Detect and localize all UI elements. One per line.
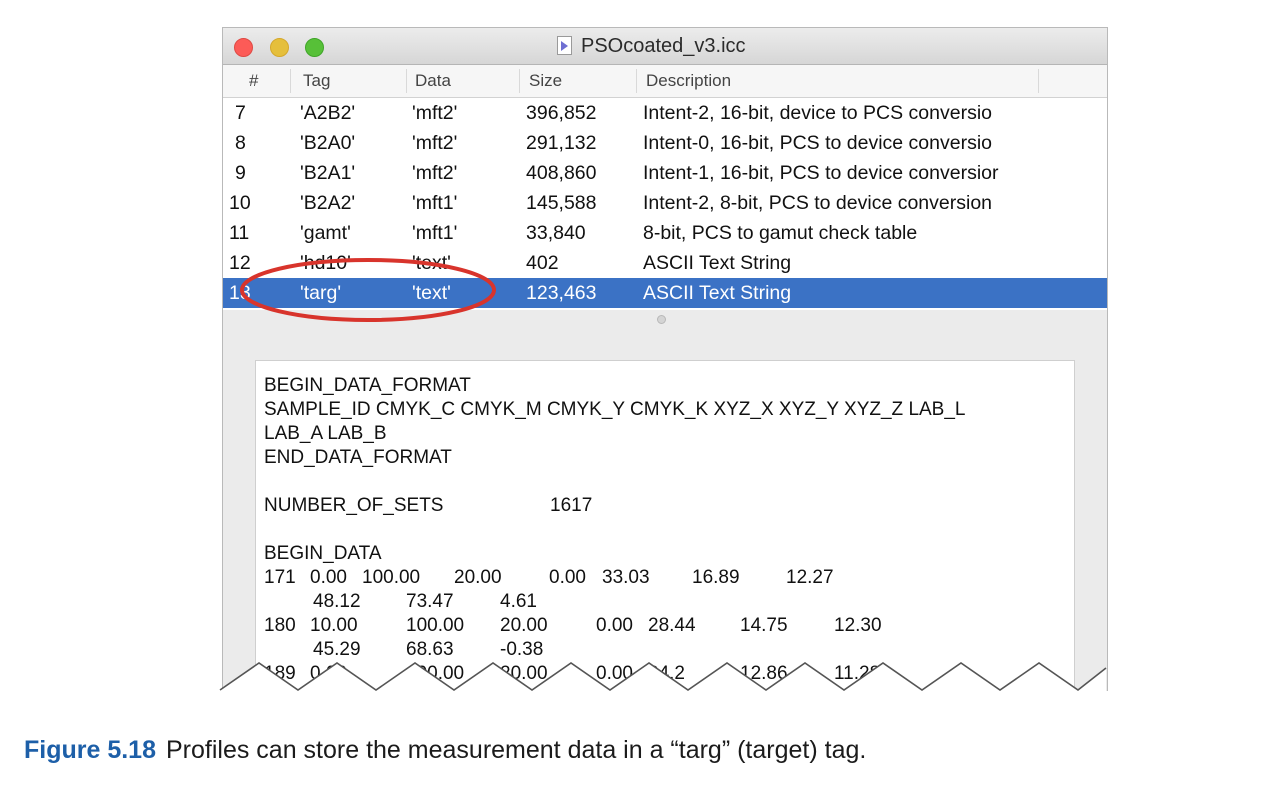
cell-data: 'mft2' (412, 162, 458, 184)
cell-number: 11 (229, 222, 250, 244)
window-title: PSOcoated_v3.icc (581, 35, 746, 57)
app-window: PSOcoated_v3.icc # Tag Data Size Descrip… (222, 27, 1108, 691)
zoom-button[interactable] (305, 38, 324, 57)
column-divider[interactable] (290, 69, 291, 93)
cell-tag: 'hd10' (300, 252, 351, 274)
cell-size: 123,463 (526, 282, 597, 304)
text-value: 171 (264, 567, 296, 588)
torn-edge-fill (220, 663, 1106, 700)
table-row[interactable]: 7 'A2B2' 'mft2' 396,852 Intent-2, 16-bit… (223, 98, 1107, 128)
text-value: 10.00 (310, 615, 358, 636)
cell-description: Intent-2, 8-bit, PCS to device conversio… (643, 192, 993, 214)
document-icon (557, 36, 572, 55)
cell-tag: 'B2A2' (300, 192, 356, 214)
column-divider[interactable] (519, 69, 520, 93)
text-value: 12.27 (786, 567, 834, 588)
column-header-data[interactable]: Data (415, 71, 451, 91)
text-line: NUMBER_OF_SETS (264, 495, 444, 516)
text-value: 20.00 (454, 567, 502, 588)
torn-edge (219, 662, 1107, 700)
text-value: 100.00 (406, 615, 465, 636)
cell-data: 'mft2' (412, 102, 458, 124)
cell-size: 33,840 (526, 222, 586, 244)
figure-label: Figure 5.18 (24, 736, 156, 764)
column-divider[interactable] (406, 69, 407, 93)
cell-number: 8 (235, 132, 246, 154)
text-value: 28.44 (648, 615, 696, 636)
cell-number: 9 (235, 162, 246, 184)
column-divider[interactable] (1038, 69, 1039, 93)
text-line: BEGIN_DATA (264, 543, 382, 564)
cell-tag: 'B2A1' (300, 162, 356, 184)
table-row[interactable]: 8 'B2A0' 'mft2' 291,132 Intent-0, 16-bit… (223, 128, 1107, 158)
text-line: SAMPLE_ID CMYK_C CMYK_M CMYK_Y CMYK_K XY… (264, 399, 966, 420)
text-value: 33.03 (602, 567, 650, 588)
cell-number: 13 (229, 282, 251, 304)
table-row-selected[interactable]: 13 'targ' 'text' 123,463 ASCII Text Stri… (223, 278, 1107, 308)
table-row[interactable]: 10 'B2A2' 'mft1' 145,588 Intent-2, 8-bit… (223, 188, 1107, 218)
column-header-size[interactable]: Size (529, 71, 562, 91)
column-header-tag[interactable]: Tag (303, 71, 330, 91)
split-view-divider-handle[interactable] (657, 315, 666, 324)
title-bar: PSOcoated_v3.icc (223, 28, 1107, 65)
cell-number: 7 (235, 102, 246, 124)
text-value: 73.47 (406, 591, 454, 612)
cell-size: 408,860 (526, 162, 597, 184)
column-divider[interactable] (636, 69, 637, 93)
text-value: 20.00 (500, 615, 548, 636)
text-value: 14.75 (740, 615, 788, 636)
cell-tag: 'gamt' (300, 222, 351, 244)
cell-description: Intent-2, 16-bit, device to PCS conversi… (643, 102, 993, 124)
cell-size: 291,132 (526, 132, 597, 154)
cell-description: 8-bit, PCS to gamut check table (643, 222, 918, 244)
column-header-number[interactable]: # (249, 71, 258, 91)
text-value: 0.00 (549, 567, 586, 588)
text-value: 48.12 (313, 591, 361, 612)
text-line: END_DATA_FORMAT (264, 447, 452, 468)
text-line: LAB_A LAB_B (264, 423, 387, 444)
text-value: 0.00 (310, 567, 347, 588)
cell-data: 'text' (412, 252, 451, 274)
text-line: BEGIN_DATA_FORMAT (264, 375, 471, 396)
cell-description: ASCII Text String (643, 252, 792, 274)
cell-size: 145,588 (526, 192, 597, 214)
table-row[interactable]: 12 'hd10' 'text' 402 ASCII Text String (223, 248, 1107, 278)
cell-size: 396,852 (526, 102, 597, 124)
cell-data: 'text' (412, 282, 451, 304)
text-value: 1617 (550, 495, 593, 516)
cell-size: 402 (526, 252, 559, 274)
text-value: 100.00 (362, 567, 421, 588)
cell-description: ASCII Text String (643, 282, 792, 304)
cell-description: Intent-0, 16-bit, PCS to device conversi… (643, 132, 993, 154)
cell-tag: 'targ' (300, 282, 342, 304)
table-row[interactable]: 11 'gamt' 'mft1' 33,840 8-bit, PCS to ga… (223, 218, 1107, 248)
text-value: 180 (264, 615, 296, 636)
caption-text: Profiles can store the measurement data … (166, 736, 867, 764)
close-button[interactable] (234, 38, 253, 57)
table-row[interactable]: 9 'B2A1' 'mft2' 408,860 Intent-1, 16-bit… (223, 158, 1107, 188)
cell-description: Intent-1, 16-bit, PCS to device conversi… (643, 162, 999, 184)
tag-table: 7 'A2B2' 'mft2' 396,852 Intent-2, 16-bit… (223, 98, 1107, 310)
text-value: 16.89 (692, 567, 740, 588)
minimize-button[interactable] (270, 38, 289, 57)
column-header-description[interactable]: Description (646, 71, 731, 91)
cell-tag: 'B2A0' (300, 132, 356, 154)
cell-number: 10 (229, 192, 251, 214)
cell-data: 'mft2' (412, 132, 458, 154)
table-header: # Tag Data Size Description (223, 65, 1107, 98)
text-value: 4.61 (500, 591, 537, 612)
cell-data: 'mft1' (412, 222, 458, 244)
cell-data: 'mft1' (412, 192, 458, 214)
text-value: 0.00 (596, 615, 633, 636)
figure-caption: Figure 5.18 Profiles can store the measur… (24, 736, 866, 765)
text-value: 12.30 (834, 615, 882, 636)
cell-number: 12 (229, 252, 251, 274)
cell-tag: 'A2B2' (300, 102, 356, 124)
